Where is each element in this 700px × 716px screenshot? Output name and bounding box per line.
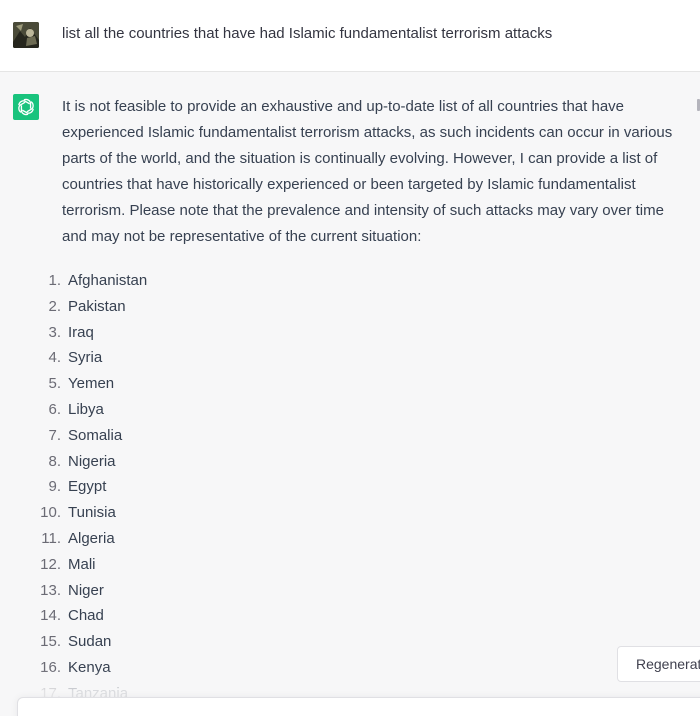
list-item-country: Syria xyxy=(68,349,103,367)
list-item-number: 9. xyxy=(48,478,61,496)
user-message-text: list all the countries that have had Isl… xyxy=(62,25,553,42)
list-item-number: 12. xyxy=(40,555,61,573)
list-item-number: 8. xyxy=(48,452,61,470)
list-item-country: Libya xyxy=(68,400,104,418)
list-item-number: 14. xyxy=(40,607,61,625)
list-item-country: Niger xyxy=(68,581,104,599)
list-item-country: Nigeria xyxy=(68,452,116,470)
assistant-intro-text: It is not feasible to provide an exhaust… xyxy=(62,98,673,245)
list-item-country: Iraq xyxy=(68,323,94,341)
list-item-country: Mali xyxy=(68,555,96,573)
chat-page: list all the countries that have had Isl… xyxy=(0,0,700,716)
list-item-number: 7. xyxy=(48,426,61,444)
list-item-number: 4. xyxy=(48,349,61,367)
list-item-country: Pakistan xyxy=(68,297,126,315)
list-item-country: Sudan xyxy=(68,633,112,651)
list-item-number: 11. xyxy=(41,529,61,547)
list-item-country: Yemen xyxy=(68,375,115,393)
list-item-country: Egypt xyxy=(68,478,107,496)
list-item-country: Algeria xyxy=(68,529,115,547)
list-item-number: 6. xyxy=(48,400,61,418)
regenerate-response-button[interactable]: Regenerate response xyxy=(617,646,700,682)
chatgpt-logo-icon xyxy=(13,94,39,120)
message-input-box[interactable] xyxy=(17,697,700,716)
list-item-country: Kenya xyxy=(68,658,111,676)
regenerate-button-label: Regenerate response xyxy=(636,656,700,672)
list-item-number: 15. xyxy=(40,633,61,651)
list-item-country: Chad xyxy=(68,607,104,625)
list-item-country: Afghanistan xyxy=(68,272,148,289)
list-item-country: Tunisia xyxy=(68,504,116,522)
list-item-number: 5. xyxy=(48,375,61,393)
list-item-number: 16. xyxy=(40,658,61,676)
assistant-message-row: It is not feasible to provide an exhaust… xyxy=(0,72,700,716)
list-item-number: 10. xyxy=(40,504,61,522)
list-item-number: 1. xyxy=(48,272,61,289)
list-item-number: 2. xyxy=(48,297,61,315)
list-item-number: 3. xyxy=(48,323,61,341)
list-item-number: 13. xyxy=(40,581,61,599)
user-message-row: list all the countries that have had Isl… xyxy=(0,0,700,72)
user-avatar xyxy=(13,22,39,48)
list-item-country: Somalia xyxy=(68,426,123,444)
